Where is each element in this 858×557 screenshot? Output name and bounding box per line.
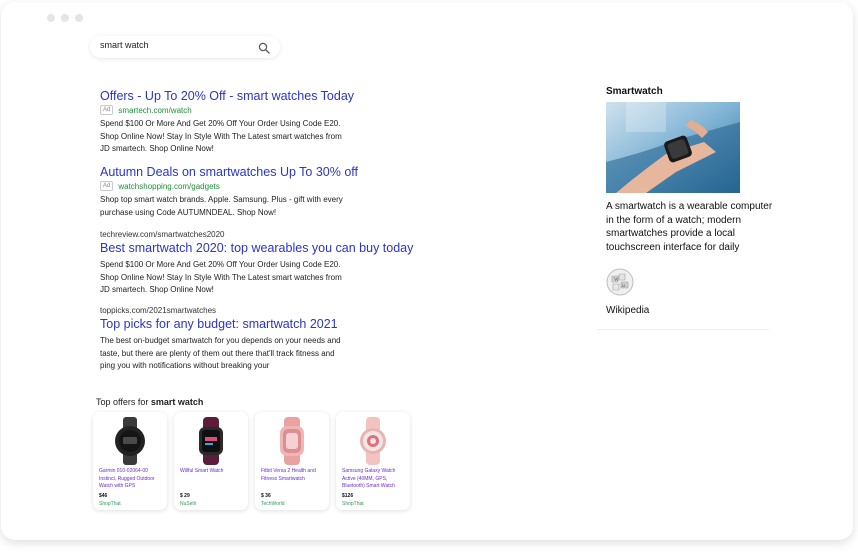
product-price: $46	[99, 493, 108, 499]
offers-heading-prefix: Top offers for	[96, 397, 151, 407]
offers-heading-query: smart watch	[150, 397, 204, 407]
wikipedia-link[interactable]: W Ω Wikipedia	[606, 268, 774, 316]
browser-window: Offers - Up To 20% Off - smart watches T…	[1, 2, 853, 540]
ad-badge: Ad	[100, 181, 114, 191]
product-price: $126	[342, 493, 354, 499]
result-title-link[interactable]: Offers - Up To 20% Off - smart watches T…	[100, 89, 360, 104]
result-title-link[interactable]: Best smartwatch 2020: top wearables you …	[100, 241, 413, 256]
product-name: Willful Smart Watch	[180, 468, 224, 474]
svg-text:Ω: Ω	[622, 283, 625, 288]
product-card[interactable]: Samsung Galaxy Watch Active (40MM, GPS, …	[336, 412, 410, 510]
product-card[interactable]: Garmin 010-02064-00 Instinct, Rugged Out…	[93, 412, 167, 510]
result-title-link[interactable]: Top picks for any budget: smartwatch 202…	[100, 317, 360, 332]
ad-result: Autumn Deals on smartwatches Up To 30% o…	[100, 165, 360, 219]
result-description: The best on-budget smartwatch for you de…	[100, 336, 341, 370]
result-description: Shop top smart watch brands. Apple. Sams…	[100, 195, 343, 217]
knowledge-title: Smartwatch	[606, 86, 663, 97]
result-url[interactable]: watchshopping.com/gadgets	[118, 182, 219, 191]
product-card[interactable]: Fitbit Versa 2 Health and Fitness Smartw…	[255, 412, 329, 510]
ad-badge: Ad	[100, 105, 114, 115]
product-shop: ShopThat	[342, 501, 364, 507]
product-price: $ 29	[180, 493, 190, 499]
maximize-dot[interactable]	[75, 14, 83, 22]
wikipedia-label[interactable]: Wikipedia	[606, 305, 774, 316]
wikipedia-globe-icon: W Ω	[606, 268, 634, 296]
product-carousel: Garmin 010-02064-00 Instinct, Rugged Out…	[93, 412, 410, 510]
product-shop: ShopThat	[99, 501, 121, 507]
result-url[interactable]: smartech.com/watch	[118, 106, 191, 115]
svg-text:W: W	[614, 278, 619, 283]
product-card[interactable]: Willful Smart Watch $ 29 NuSellr	[174, 412, 248, 510]
result-description: Spend $100 Or More And Get 20% Off Your …	[100, 260, 342, 294]
willful-watch-image	[199, 417, 223, 465]
result-description: Spend $100 Or More And Get 20% Off Your …	[100, 119, 342, 153]
knowledge-description: A smartwatch is a wearable computer in t…	[606, 201, 773, 253]
product-price: $ 36	[261, 493, 271, 499]
fitbit-watch-image	[280, 417, 304, 465]
search-bar	[90, 36, 280, 58]
close-dot[interactable]	[47, 14, 55, 22]
window-controls	[47, 14, 83, 22]
search-icon[interactable]	[258, 41, 270, 59]
result-url[interactable]: techreview.com/smartwatches2020	[100, 230, 360, 240]
smartwatch-photo[interactable]	[606, 102, 740, 193]
knowledge-panel: Smartwatch A smartwatch is a wearable co…	[606, 86, 774, 316]
samsung-watch-image	[360, 417, 386, 465]
offers-heading: Top offers for smart watch	[96, 397, 203, 407]
organic-result: techreview.com/smartwatches2020 Best sma…	[100, 230, 413, 297]
product-name: Garmin 010-02064-00 Instinct, Rugged Out…	[99, 468, 155, 489]
garmin-watch-image	[115, 417, 145, 465]
organic-result: toppicks.com/2021smartwatches Top picks …	[100, 306, 360, 373]
result-title-link[interactable]: Autumn Deals on smartwatches Up To 30% o…	[100, 165, 360, 180]
minimize-dot[interactable]	[61, 14, 69, 22]
product-shop: NuSellr	[180, 501, 197, 507]
product-name: Samsung Galaxy Watch Active (40MM, GPS, …	[342, 468, 396, 489]
product-name: Fitbit Versa 2 Health and Fitness Smartw…	[261, 468, 316, 482]
ad-result: Offers - Up To 20% Off - smart watches T…	[100, 89, 360, 156]
search-input[interactable]	[100, 40, 250, 50]
result-url[interactable]: toppicks.com/2021smartwatches	[100, 306, 360, 316]
product-shop: TechWorld	[261, 501, 285, 507]
knowledge-divider	[597, 329, 769, 330]
